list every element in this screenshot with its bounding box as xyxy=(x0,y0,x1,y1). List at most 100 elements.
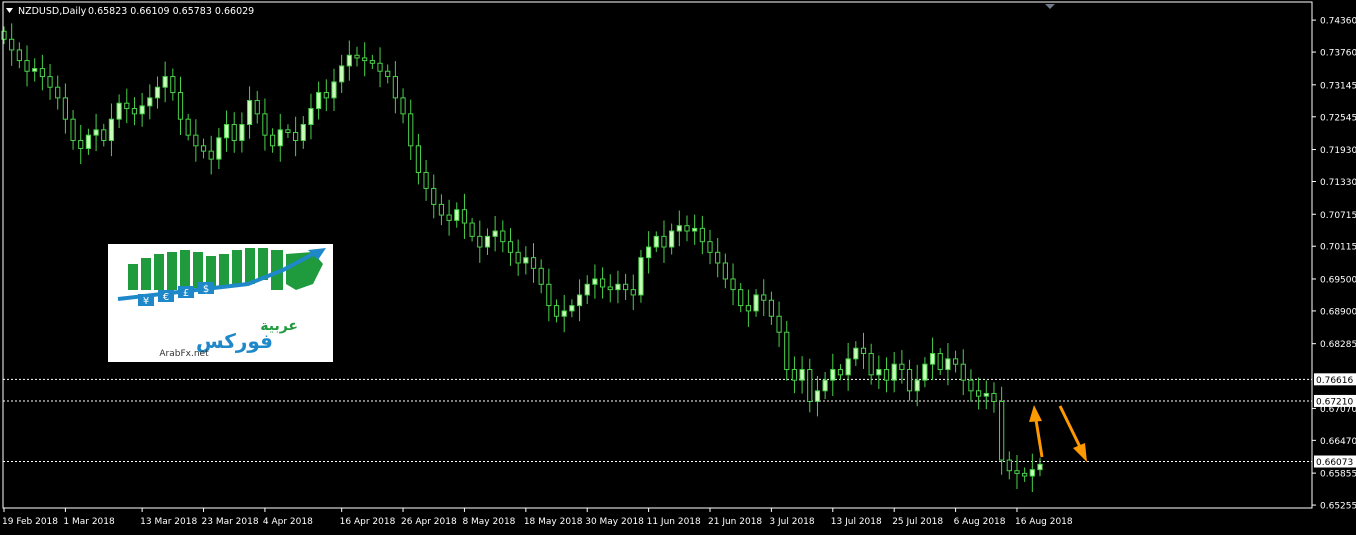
candle-body xyxy=(638,257,644,296)
candle-body xyxy=(200,145,207,152)
candle-body xyxy=(883,369,890,381)
candle-body xyxy=(692,227,698,232)
svg-text:¥: ¥ xyxy=(143,296,149,307)
candle-body xyxy=(646,246,652,259)
x-tick-label: 16 Apr 2018 xyxy=(340,517,396,527)
candle-body xyxy=(515,251,521,264)
candle-body xyxy=(431,187,437,205)
price-label: 0.76616 xyxy=(1316,376,1353,386)
candle-body xyxy=(745,305,751,312)
candle-body xyxy=(484,235,491,248)
candle-body xyxy=(684,225,690,232)
candle-body xyxy=(853,347,859,360)
candle-body xyxy=(1006,459,1012,472)
candle-body xyxy=(761,294,767,301)
candle-body xyxy=(55,86,61,99)
x-tick-label: 8 May 2018 xyxy=(462,517,515,527)
candle-body xyxy=(676,225,682,232)
candle-body xyxy=(124,102,130,110)
candle-body xyxy=(246,100,253,126)
x-tick-label: 19 Feb 2018 xyxy=(2,517,58,527)
candle-body xyxy=(300,124,306,141)
candle-body xyxy=(983,392,989,397)
candle-body xyxy=(469,222,475,237)
candle-body xyxy=(408,113,414,147)
candle-body xyxy=(607,286,613,291)
candle-body xyxy=(776,315,782,333)
y-tick-label: 0.69500 xyxy=(1320,275,1356,285)
candle-body xyxy=(669,230,675,248)
x-tick-label: 13 Jul 2018 xyxy=(831,517,882,527)
candle-body xyxy=(131,108,138,115)
candle-body xyxy=(722,262,728,280)
candle-body xyxy=(576,294,583,307)
candle-body xyxy=(223,124,230,139)
y-tick-label: 0.73760 xyxy=(1320,49,1356,59)
y-tick-label: 0.70715 xyxy=(1320,211,1356,221)
candle-body xyxy=(170,76,176,94)
candle-body xyxy=(354,54,360,59)
candle-body xyxy=(193,134,199,147)
candle-body xyxy=(231,124,237,141)
candle-body xyxy=(715,251,721,264)
chart-area[interactable]: 0.76616 0.67210 0.66073 0.74360 0.73760 0.73… xyxy=(0,0,1356,531)
candle-body xyxy=(9,38,15,51)
x-tick-label: 6 Aug 2018 xyxy=(954,517,1006,527)
candle-body xyxy=(400,97,406,115)
candle-body xyxy=(860,347,867,355)
candle-body xyxy=(93,129,99,136)
y-tick-label: 0.66470 xyxy=(1320,437,1356,447)
candle-body xyxy=(960,363,966,381)
x-tick-label: 30 May 2018 xyxy=(585,517,644,527)
candle-body xyxy=(599,278,606,288)
candle-body xyxy=(154,86,161,99)
candle-body xyxy=(845,358,851,376)
y-tick-label: 0.65255 xyxy=(1320,502,1356,512)
candle-body xyxy=(316,92,322,110)
candle-body xyxy=(784,331,790,371)
candle-body xyxy=(269,134,276,147)
candle-body xyxy=(216,137,222,160)
candle-body xyxy=(937,353,943,371)
candle-body xyxy=(807,369,813,402)
svg-text:€: € xyxy=(163,292,169,303)
candle-body xyxy=(323,92,329,99)
logo-site: ArabFx.net xyxy=(159,349,209,359)
candle-body xyxy=(415,145,422,173)
candle-body xyxy=(254,100,260,115)
candle-body xyxy=(822,379,828,392)
x-tick-label: 25 Jul 2018 xyxy=(892,517,943,527)
candle-body xyxy=(461,209,468,224)
candle-body xyxy=(438,203,445,216)
y-tick-label: 0.65855 xyxy=(1320,470,1356,480)
candle-body xyxy=(968,379,974,392)
candle-body xyxy=(147,97,153,107)
candle-body xyxy=(561,310,567,317)
candle-body xyxy=(108,118,115,141)
candle-body xyxy=(446,214,452,221)
candle-body xyxy=(162,76,168,88)
candle-body xyxy=(1022,472,1028,477)
y-tick-label: 0.73145 xyxy=(1320,81,1356,91)
candle-body xyxy=(530,257,537,269)
candle-body xyxy=(768,299,775,317)
candle-body xyxy=(799,369,805,381)
candle-body xyxy=(868,353,874,376)
x-tick-label: 13 Mar 2018 xyxy=(140,517,197,527)
candle-body xyxy=(952,358,959,365)
candle-body xyxy=(837,369,844,376)
candle-body xyxy=(70,118,76,141)
candle-body xyxy=(24,60,30,72)
candle-body xyxy=(377,62,383,72)
candle-body xyxy=(791,369,798,381)
x-tick-label: 18 May 2018 xyxy=(524,517,583,527)
candle-body xyxy=(346,54,352,67)
candle-body xyxy=(454,209,460,221)
candle-body xyxy=(492,230,498,237)
candle-body xyxy=(707,241,713,253)
candle-body xyxy=(814,390,821,402)
candle-body xyxy=(392,76,398,99)
candle-body xyxy=(906,369,913,392)
candle-body xyxy=(339,65,345,83)
candle-body xyxy=(477,235,483,248)
